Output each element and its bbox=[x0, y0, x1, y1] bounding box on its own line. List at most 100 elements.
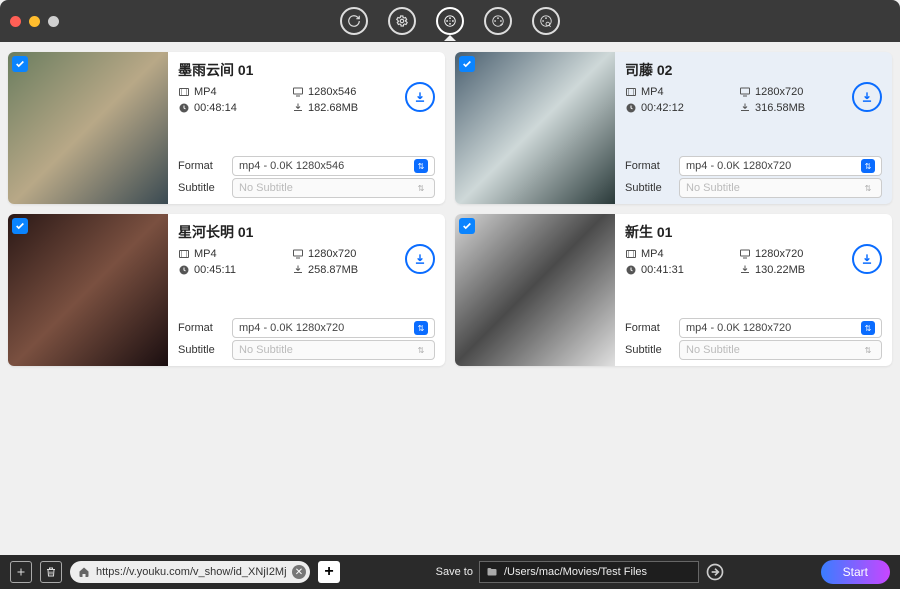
format-select[interactable]: mp4 - 0.0K 1280x546⇅ bbox=[232, 156, 435, 176]
resolution: 1280x720 bbox=[755, 86, 803, 98]
video-meta: 新生 01 MP4 1280x720 00:41:31 130.22MB For… bbox=[615, 214, 892, 366]
download-size-icon bbox=[739, 102, 751, 114]
video-title: 新生 01 bbox=[625, 222, 882, 242]
chevron-updown-icon: ⇅ bbox=[414, 181, 428, 195]
video-meta: 司藤 02 MP4 1280x720 00:42:12 316.58MB For… bbox=[615, 52, 892, 204]
monitor-icon bbox=[292, 86, 304, 98]
format-label: Format bbox=[178, 322, 224, 334]
bottom-toolbar: https://v.youku.com/v_show/id_XNjI2MjcyM… bbox=[0, 555, 900, 589]
duration: 00:42:12 bbox=[641, 102, 684, 114]
container-format: MP4 bbox=[194, 248, 217, 260]
trash-icon[interactable] bbox=[40, 561, 62, 583]
add-task-icon[interactable] bbox=[10, 561, 32, 583]
format-select[interactable]: mp4 - 0.0K 1280x720⇅ bbox=[679, 318, 882, 338]
minimize-window-button[interactable] bbox=[29, 16, 40, 27]
video-grid: 墨雨云间 01 MP4 1280x546 00:48:14 182.68MB F… bbox=[0, 42, 900, 555]
save-path-input[interactable]: /Users/mac/Movies/Test Files bbox=[479, 561, 699, 583]
film-icon bbox=[178, 248, 190, 260]
monitor-icon bbox=[739, 248, 751, 260]
video-thumbnail[interactable] bbox=[455, 214, 615, 366]
video-thumbnail[interactable] bbox=[455, 52, 615, 204]
video-title: 星河长明 01 bbox=[178, 222, 435, 242]
container-format: MP4 bbox=[641, 86, 664, 98]
download-button[interactable] bbox=[405, 82, 435, 112]
clear-url-icon[interactable]: ✕ bbox=[292, 565, 306, 579]
filesize: 182.68MB bbox=[308, 102, 358, 114]
film-icon bbox=[625, 86, 637, 98]
chevron-updown-icon: ⇅ bbox=[414, 343, 428, 357]
home-icon bbox=[78, 566, 90, 578]
open-folder-icon[interactable] bbox=[705, 562, 725, 582]
clock-icon bbox=[625, 264, 637, 276]
settings-icon[interactable] bbox=[388, 7, 416, 35]
subtitle-select[interactable]: No Subtitle⇅ bbox=[679, 178, 882, 198]
filesize: 258.87MB bbox=[308, 264, 358, 276]
download-button[interactable] bbox=[852, 244, 882, 274]
url-input[interactable]: https://v.youku.com/v_show/id_XNjI2MjcyM… bbox=[70, 561, 310, 583]
video-title: 司藤 02 bbox=[625, 60, 882, 80]
format-label: Format bbox=[625, 322, 671, 334]
duration: 00:45:11 bbox=[194, 264, 236, 276]
download-size-icon bbox=[739, 264, 751, 276]
window-controls bbox=[10, 16, 59, 27]
selection-checkbox[interactable] bbox=[459, 56, 475, 72]
video-thumbnail[interactable] bbox=[8, 52, 168, 204]
selection-checkbox[interactable] bbox=[12, 218, 28, 234]
video-card[interactable]: 墨雨云间 01 MP4 1280x546 00:48:14 182.68MB F… bbox=[8, 52, 445, 204]
container-format: MP4 bbox=[194, 86, 217, 98]
resolution: 1280x720 bbox=[308, 248, 356, 260]
chevron-updown-icon: ⇅ bbox=[861, 321, 875, 335]
selection-checkbox[interactable] bbox=[12, 56, 28, 72]
chevron-updown-icon: ⇅ bbox=[414, 321, 428, 335]
svg-text:+: + bbox=[500, 22, 504, 28]
chevron-updown-icon: ⇅ bbox=[861, 343, 875, 357]
monitor-icon bbox=[739, 86, 751, 98]
clock-icon bbox=[178, 264, 190, 276]
format-label: Format bbox=[178, 160, 224, 172]
add-movie-icon[interactable]: + bbox=[484, 7, 512, 35]
subtitle-label: Subtitle bbox=[625, 344, 671, 356]
format-select[interactable]: mp4 - 0.0K 1280x720⇅ bbox=[679, 156, 882, 176]
duration: 00:41:31 bbox=[641, 264, 684, 276]
video-meta: 星河长明 01 MP4 1280x720 00:45:11 258.87MB F… bbox=[168, 214, 445, 366]
subtitle-label: Subtitle bbox=[178, 344, 224, 356]
movies-icon[interactable] bbox=[436, 7, 464, 35]
subtitle-label: Subtitle bbox=[625, 182, 671, 194]
video-card[interactable]: 司藤 02 MP4 1280x720 00:42:12 316.58MB For… bbox=[455, 52, 892, 204]
video-title: 墨雨云间 01 bbox=[178, 60, 435, 80]
start-button[interactable]: Start bbox=[821, 560, 890, 584]
container-format: MP4 bbox=[641, 248, 664, 260]
subtitle-select[interactable]: No Subtitle⇅ bbox=[232, 178, 435, 198]
download-size-icon bbox=[292, 102, 304, 114]
chevron-updown-icon: ⇅ bbox=[414, 159, 428, 173]
video-thumbnail[interactable] bbox=[8, 214, 168, 366]
subtitle-label: Subtitle bbox=[178, 182, 224, 194]
monitor-icon bbox=[292, 248, 304, 260]
subtitle-select[interactable]: No Subtitle⇅ bbox=[232, 340, 435, 360]
subtitle-select[interactable]: No Subtitle⇅ bbox=[679, 340, 882, 360]
format-select[interactable]: mp4 - 0.0K 1280x720⇅ bbox=[232, 318, 435, 338]
format-label: Format bbox=[625, 160, 671, 172]
video-card[interactable]: 星河长明 01 MP4 1280x720 00:45:11 258.87MB F… bbox=[8, 214, 445, 366]
close-window-button[interactable] bbox=[10, 16, 21, 27]
add-url-button[interactable]: + bbox=[318, 561, 340, 583]
refresh-icon[interactable] bbox=[340, 7, 368, 35]
save-path-text: /Users/mac/Movies/Test Files bbox=[504, 566, 647, 578]
selection-checkbox[interactable] bbox=[459, 218, 475, 234]
video-card[interactable]: 新生 01 MP4 1280x720 00:41:31 130.22MB For… bbox=[455, 214, 892, 366]
video-meta: 墨雨云间 01 MP4 1280x546 00:48:14 182.68MB F… bbox=[168, 52, 445, 204]
resolution: 1280x720 bbox=[755, 248, 803, 260]
resolution: 1280x546 bbox=[308, 86, 356, 98]
chevron-updown-icon: ⇅ bbox=[861, 181, 875, 195]
download-button[interactable] bbox=[405, 244, 435, 274]
clock-icon bbox=[625, 102, 637, 114]
url-text: https://v.youku.com/v_show/id_XNjI2MjcyM… bbox=[96, 566, 286, 578]
toolbar: + bbox=[340, 7, 560, 35]
clock-icon bbox=[178, 102, 190, 114]
duration: 00:48:14 bbox=[194, 102, 237, 114]
zoom-window-button[interactable] bbox=[48, 16, 59, 27]
film-icon bbox=[178, 86, 190, 98]
search-movie-icon[interactable] bbox=[532, 7, 560, 35]
download-button[interactable] bbox=[852, 82, 882, 112]
filesize: 130.22MB bbox=[755, 264, 805, 276]
